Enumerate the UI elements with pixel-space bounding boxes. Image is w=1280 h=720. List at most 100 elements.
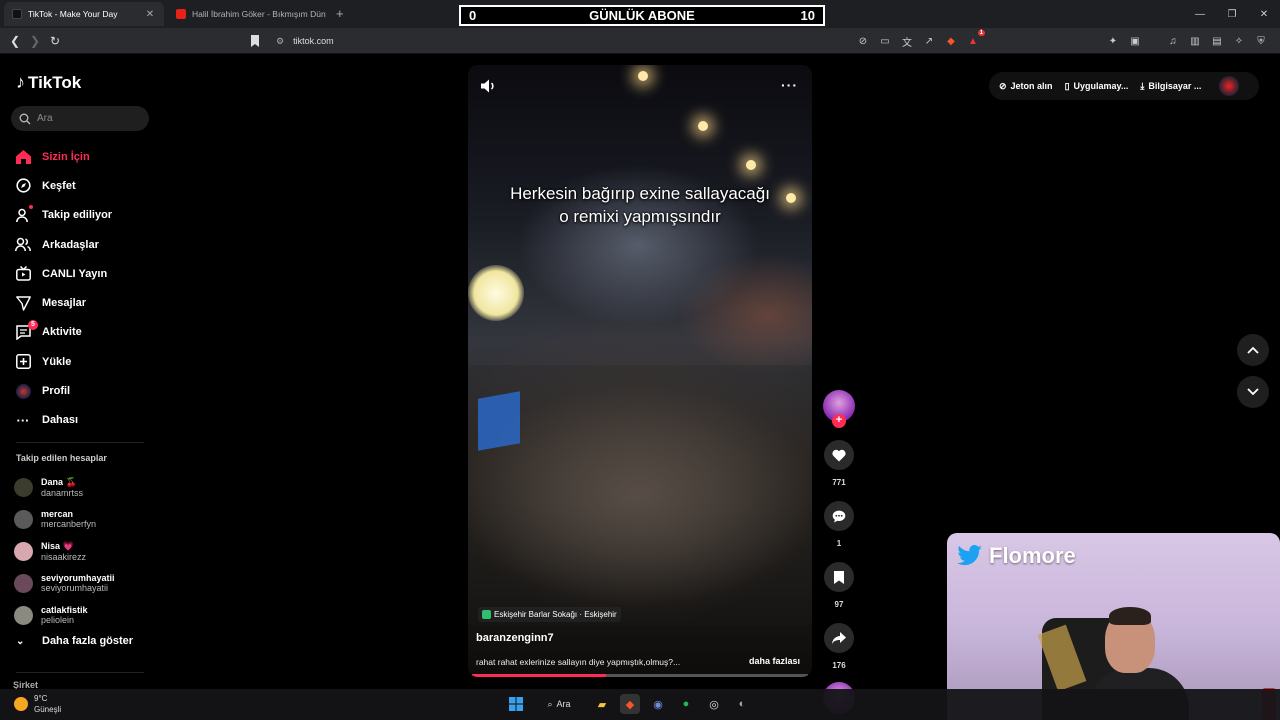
sidebar-toggle-icon[interactable]: ▥ [1187, 33, 1203, 49]
comment-icon [832, 510, 846, 522]
no-translate-icon[interactable]: ⊘ [855, 33, 871, 49]
sidebar-item-for-you[interactable]: Sizin İçin [14, 142, 112, 171]
get-coins-button[interactable]: ⊘ Jeton alın [999, 81, 1053, 92]
following-account-item[interactable]: mercan mercanberfyn [14, 503, 115, 535]
tab-tiktok[interactable]: TikTok - Make Your Day ✕ [4, 2, 164, 26]
brave-browser-icon[interactable]: ◆ [620, 694, 640, 714]
menu-label: Mesajlar [42, 297, 87, 310]
site-info-icon[interactable]: ⚙ [276, 36, 284, 47]
next-video-button[interactable] [1237, 376, 1269, 408]
subscriber-counter-overlay: 0 GÜNLÜK ABONE 10 [459, 5, 825, 26]
sidebar-item-activity[interactable]: 5 Aktivite [14, 318, 112, 347]
brave-shield-icon[interactable]: ◆ [943, 33, 959, 49]
leo-ai-icon[interactable]: ✧ [1231, 33, 1247, 49]
menu-icon[interactable]: ≡ [1275, 33, 1280, 49]
weather-widget[interactable]: 9°C Güneşli [14, 693, 61, 715]
more-icon: ··· [16, 412, 30, 428]
video-author[interactable]: baranzenginn7 [476, 632, 554, 644]
account-handle: danamrtss [41, 487, 84, 498]
save-action[interactable]: 97 [822, 562, 856, 609]
comment-button[interactable] [824, 501, 854, 531]
sidebar-item-more[interactable]: ··· Dahası [14, 406, 112, 435]
sun-icon [14, 697, 28, 711]
url-field[interactable]: ⚙ tiktok.com [270, 31, 896, 51]
following-account-item[interactable]: Dana 🍒 danamrtss [14, 471, 115, 503]
extensions-icon[interactable]: ✦ [1105, 33, 1121, 49]
chevron-down-icon: ⌄ [16, 635, 25, 647]
wallet-icon[interactable]: ▤ [1209, 33, 1225, 49]
show-more-button[interactable]: ⌄ Daha fazla göster [16, 635, 133, 647]
close-tab-icon[interactable]: ✕ [144, 9, 156, 20]
sidebar: ♪ TikTok Ara Sizin İçin Keşfet Takip edi… [0, 54, 160, 720]
reload-button[interactable]: ↻ [46, 32, 64, 50]
new-tab-button[interactable]: + [336, 6, 344, 21]
back-button[interactable]: ❮ [6, 32, 24, 50]
account-name: mercan [41, 509, 74, 519]
tiktok-logo[interactable]: ♪ TikTok [16, 72, 81, 93]
video-light [698, 121, 708, 131]
reader-icon[interactable]: ▭ [877, 33, 893, 49]
sidebar-item-upload[interactable]: Yükle [14, 347, 112, 376]
heart-icon [832, 449, 846, 461]
like-action[interactable]: 771 [822, 440, 856, 487]
more-description-button[interactable]: daha fazlası [749, 656, 800, 666]
maximize-button[interactable]: ❐ [1216, 0, 1248, 28]
share-icon[interactable]: ↗ [921, 33, 937, 49]
sidebar-item-friends[interactable]: Arkadaşlar [14, 230, 112, 259]
windows-start-icon[interactable] [506, 694, 526, 714]
following-account-item[interactable]: Nisa 💗 nisaakirezz [14, 535, 115, 567]
translate-icon[interactable]: 文 [899, 33, 915, 49]
music-icon[interactable]: ♫ [1165, 33, 1181, 49]
share-action[interactable]: 176 [822, 623, 856, 670]
address-actions: ⊘ ▭ 文 ↗ ◆ ▲ 1 [855, 30, 985, 49]
discord-icon[interactable]: ◉ [648, 694, 668, 714]
video-screen [478, 391, 520, 451]
share-button[interactable] [824, 623, 854, 653]
more-options-icon[interactable]: ··· [781, 77, 798, 93]
sidebar-item-messages[interactable]: Mesajlar [14, 288, 112, 317]
get-desktop-button[interactable]: ⤓ Bilgisayar ... [1140, 81, 1201, 92]
counter-label: GÜNLÜK ABONE [589, 8, 695, 23]
following-dot [29, 204, 33, 209]
vpn-icon[interactable]: ⛨ [1253, 33, 1269, 49]
sidebar-item-live[interactable]: CANLI Yayın [14, 259, 112, 288]
top-right-actions: ⊘ Jeton alın ▯ Uygulamay... ⤓ Bilgisayar ..… [989, 72, 1259, 100]
sidebar-item-following[interactable]: Takip ediliyor [14, 201, 112, 230]
follow-plus-icon[interactable]: + [832, 414, 846, 428]
spotify-icon[interactable]: ● [676, 694, 696, 714]
close-window-button[interactable]: ✕ [1248, 0, 1280, 28]
steam-icon[interactable]: ◐ [732, 694, 752, 714]
minimize-button[interactable]: — [1184, 0, 1216, 28]
menu-label: Aktivite [42, 326, 82, 339]
save-button[interactable] [824, 562, 854, 592]
volume-icon[interactable] [480, 78, 496, 94]
account-name: seviyorumhayatii [41, 573, 115, 583]
following-account-item[interactable]: seviyorumhayatii seviyorumhayatii [14, 567, 115, 599]
caption-line: o remixi yapmışsındır [559, 207, 721, 226]
following-icon [14, 206, 32, 224]
search-input[interactable]: Ara [11, 106, 149, 131]
comment-action[interactable]: 1 [822, 501, 856, 548]
previous-video-button[interactable] [1237, 334, 1269, 366]
brave-rewards-icon[interactable]: ▲ 1 [965, 30, 985, 49]
video-player[interactable]: ··· Herkesin bağırıp exine sallayacağı o… [468, 65, 812, 677]
like-button[interactable] [824, 440, 854, 470]
share-count: 176 [832, 661, 846, 670]
file-explorer-icon[interactable]: ▰ [592, 694, 612, 714]
user-avatar[interactable] [1219, 76, 1240, 96]
caption-line: Herkesin bağırıp exine sallayacağı [510, 184, 770, 203]
screenshot-icon[interactable]: ▣ [1127, 33, 1143, 49]
obs-icon[interactable]: ◎ [704, 694, 724, 714]
bookmark-icon[interactable] [246, 32, 264, 50]
sidebar-item-explore[interactable]: Keşfet [14, 171, 112, 200]
account-handle: peliolein [41, 615, 75, 625]
tab-youtube[interactable]: Halil İbrahim Göker - Bıkmışım Dünya [168, 2, 334, 26]
forward-button[interactable]: ❯ [26, 32, 44, 50]
taskbar-search[interactable]: ⌕ Ara [534, 694, 584, 714]
creator-avatar[interactable]: + [823, 390, 855, 428]
sidebar-item-profile[interactable]: Profil [14, 376, 112, 405]
following-account-item[interactable]: catlakfistik peliolein [14, 599, 115, 631]
location-tag[interactable]: Eskişehir Barlar Sokağı · Eskişehir [478, 607, 621, 622]
get-app-button[interactable]: ▯ Uygulamay... [1065, 81, 1129, 92]
video-progress-bar[interactable] [472, 674, 808, 677]
